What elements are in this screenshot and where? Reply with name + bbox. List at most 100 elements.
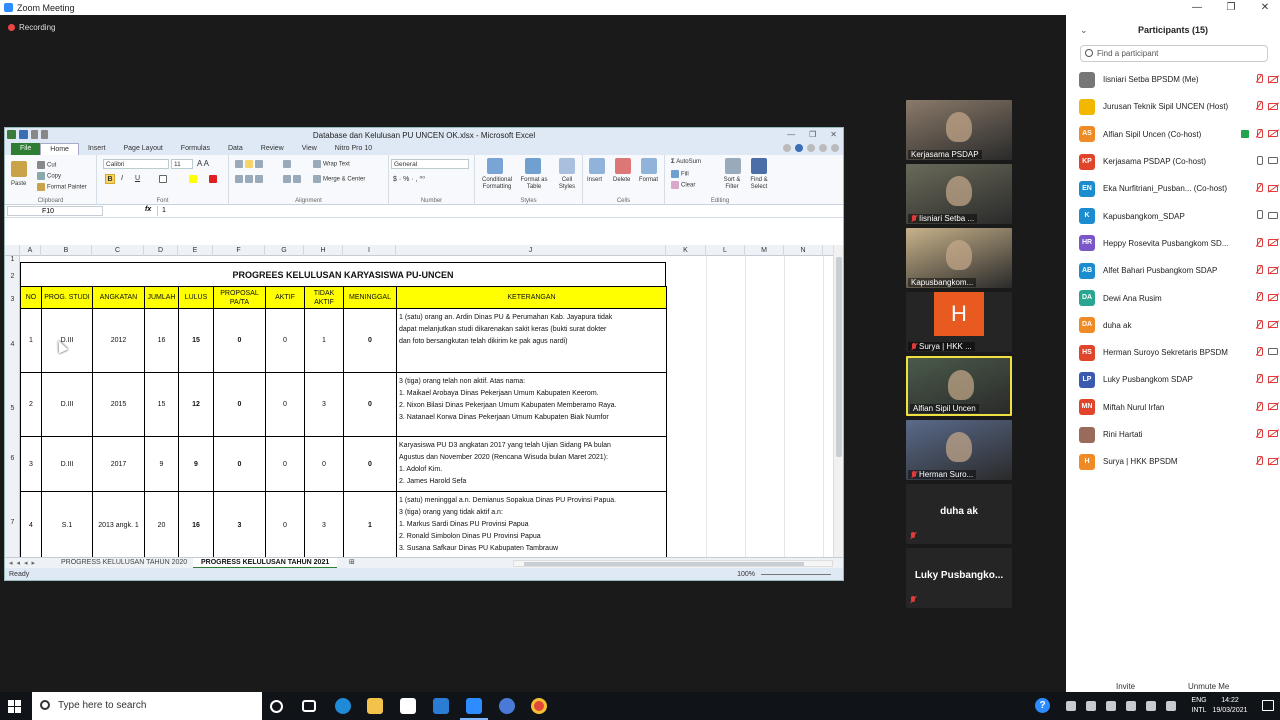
number-format-select[interactable]: General bbox=[391, 159, 469, 169]
participant-row[interactable]: DA duha ak bbox=[1066, 312, 1280, 339]
participant-search-input[interactable]: Find a participant bbox=[1080, 45, 1268, 62]
participant-row[interactable]: K Kapusbangkom_SDAP bbox=[1066, 202, 1280, 229]
header-cell[interactable]: ANGKATAN bbox=[92, 286, 145, 309]
tab-nitro[interactable]: Nitro Pro 10 bbox=[326, 143, 381, 155]
cell-meninggal[interactable]: 1 bbox=[343, 491, 397, 557]
format-cells-button[interactable]: Format bbox=[639, 177, 658, 183]
collapse-chevron-icon[interactable]: ⌄ bbox=[1080, 15, 1088, 45]
header-cell[interactable]: JUMLAH bbox=[144, 286, 179, 309]
row-header[interactable]: 4 bbox=[5, 341, 20, 348]
column-header[interactable]: I bbox=[343, 245, 396, 256]
conditional-formatting-button[interactable]: Conditional Formatting bbox=[477, 177, 517, 191]
header-cell[interactable]: MENINGGAL bbox=[343, 286, 397, 309]
cell-prog[interactable]: D.III bbox=[41, 436, 93, 492]
name-box[interactable]: F10 bbox=[7, 206, 103, 216]
participant-row[interactable]: MN Miftah Nurul Irfan bbox=[1066, 394, 1280, 421]
participant-row[interactable]: AB Alfet Bahari Pusbangkom SDAP bbox=[1066, 257, 1280, 284]
sort-filter-icon[interactable] bbox=[725, 158, 741, 174]
excel-minimize-icon[interactable]: — bbox=[787, 130, 795, 139]
delete-cells-button[interactable]: Delete bbox=[613, 177, 630, 183]
onedrive-icon[interactable] bbox=[1086, 701, 1096, 711]
header-cell[interactable]: PROG. STUDI bbox=[41, 286, 93, 309]
cell-no[interactable]: 2 bbox=[20, 372, 42, 437]
column-header[interactable]: N bbox=[784, 245, 823, 256]
mail-icon[interactable] bbox=[433, 698, 449, 714]
cell-proposal[interactable]: 0 bbox=[213, 372, 266, 437]
sheet-cells[interactable]: PROGREES KELULUSAN KARYASISWA PU-UNCEN N… bbox=[20, 256, 835, 557]
wrap-text-button[interactable]: Wrap Text bbox=[313, 160, 350, 168]
insert-cells-icon[interactable] bbox=[589, 158, 605, 174]
sheet-nav-arrows[interactable]: ◂◂◂▸ bbox=[9, 559, 39, 567]
network-icon[interactable] bbox=[1106, 701, 1116, 711]
participant-row[interactable]: Jurusan Teknik Sipil UNCEN (Host) bbox=[1066, 93, 1280, 120]
paste-icon[interactable] bbox=[11, 161, 27, 177]
vertical-scrollbar[interactable] bbox=[833, 245, 843, 557]
cell-aktif[interactable]: 0 bbox=[265, 372, 305, 437]
video-tile[interactable]: Alfian Sipil Uncen bbox=[906, 356, 1012, 416]
column-header[interactable]: B bbox=[41, 245, 92, 256]
row-header[interactable]: 1 bbox=[5, 256, 20, 263]
cell-styles-icon[interactable] bbox=[559, 158, 575, 174]
header-cell[interactable]: NO bbox=[20, 286, 42, 309]
cell-prog[interactable]: S.1 bbox=[41, 491, 93, 557]
font-size-select[interactable]: 11 bbox=[171, 159, 193, 169]
hscroll-thumb[interactable] bbox=[524, 562, 804, 566]
participant-row[interactable]: H Surya | HKK BPSDM bbox=[1066, 448, 1280, 475]
cut-button[interactable]: Cut bbox=[37, 161, 56, 169]
participant-row[interactable]: HR Heppy Rosevita Pusbangkom SD... bbox=[1066, 230, 1280, 257]
video-tile[interactable]: Kapusbangkom... bbox=[906, 228, 1012, 288]
row-header[interactable]: 5 bbox=[5, 405, 20, 412]
find-select-icon[interactable] bbox=[751, 158, 767, 174]
column-header[interactable]: G bbox=[265, 245, 304, 256]
help-icon[interactable] bbox=[795, 144, 803, 152]
participant-row[interactable]: LP Luky Pusbangkom SDAP bbox=[1066, 366, 1280, 393]
cell-keterangan[interactable]: Karyasiswa PU D3 angkatan 2017 yang tela… bbox=[396, 436, 667, 492]
chrome-profile-icon[interactable] bbox=[499, 698, 515, 714]
row-header[interactable]: 2 bbox=[5, 273, 20, 280]
clear-button[interactable]: Clear bbox=[671, 181, 695, 189]
format-cells-icon[interactable] bbox=[641, 158, 657, 174]
video-tile[interactable]: Herman Suro... bbox=[906, 420, 1012, 480]
help-tray-icon[interactable]: ? bbox=[1035, 698, 1050, 713]
cell-tidak-aktif[interactable]: 3 bbox=[304, 491, 344, 557]
cell-prog[interactable]: D.III bbox=[41, 372, 93, 437]
cell-angkatan[interactable]: 2013 angk. 1 bbox=[92, 491, 145, 557]
scroll-thumb[interactable] bbox=[836, 257, 842, 457]
currency-percent-icons[interactable]: $ · % · , ⁰⁰ bbox=[393, 175, 425, 183]
cell-jumlah[interactable]: 16 bbox=[144, 308, 179, 373]
taskbar-clock[interactable]: 14:22 19/03/2021 bbox=[1208, 696, 1252, 716]
battery-icon[interactable] bbox=[1126, 701, 1136, 711]
cell-lulus[interactable]: 15 bbox=[178, 308, 214, 373]
underline-button[interactable]: U bbox=[135, 175, 140, 182]
font-color-icon[interactable] bbox=[209, 175, 219, 183]
participant-row[interactable]: AS Alfian Sipil Uncen (Co-host) bbox=[1066, 121, 1280, 148]
wifi-icon[interactable] bbox=[1146, 701, 1156, 711]
cell-tidak-aktif[interactable]: 0 bbox=[304, 436, 344, 492]
store-icon[interactable] bbox=[400, 698, 416, 714]
video-tile[interactable]: Luky Pusbangko... bbox=[906, 548, 1012, 608]
borders-icon[interactable] bbox=[159, 175, 169, 183]
fx-icon[interactable]: fx bbox=[145, 206, 151, 213]
tab-page-layout[interactable]: Page Layout bbox=[114, 143, 171, 155]
row-header[interactable]: 6 bbox=[5, 455, 20, 462]
cell-jumlah[interactable]: 9 bbox=[144, 436, 179, 492]
file-explorer-icon[interactable] bbox=[367, 698, 383, 714]
language-indicator[interactable]: ENG INTL bbox=[1188, 696, 1210, 716]
conditional-formatting-icon[interactable] bbox=[487, 158, 503, 174]
task-view-icon[interactable] bbox=[302, 700, 316, 712]
tab-file[interactable]: File bbox=[11, 143, 41, 155]
video-tile[interactable]: Kerjasama PSDAP bbox=[906, 100, 1012, 160]
italic-button[interactable]: I bbox=[121, 175, 123, 182]
select-all-corner[interactable] bbox=[5, 245, 20, 256]
cell-aktif[interactable]: 0 bbox=[265, 436, 305, 492]
workbook-restore-icon[interactable] bbox=[819, 144, 827, 152]
notification-icon[interactable] bbox=[1262, 700, 1274, 711]
chrome-icon[interactable] bbox=[531, 698, 547, 714]
cell-lulus[interactable]: 9 bbox=[178, 436, 214, 492]
participant-row[interactable]: DA Dewi Ana Rusim bbox=[1066, 284, 1280, 311]
column-header[interactable]: L bbox=[706, 245, 745, 256]
tab-formulas[interactable]: Formulas bbox=[172, 143, 219, 155]
find-select-button[interactable]: Find & Select bbox=[745, 177, 773, 191]
column-header[interactable]: F bbox=[213, 245, 265, 256]
autosum-button[interactable]: Σ AutoSum bbox=[671, 159, 701, 165]
